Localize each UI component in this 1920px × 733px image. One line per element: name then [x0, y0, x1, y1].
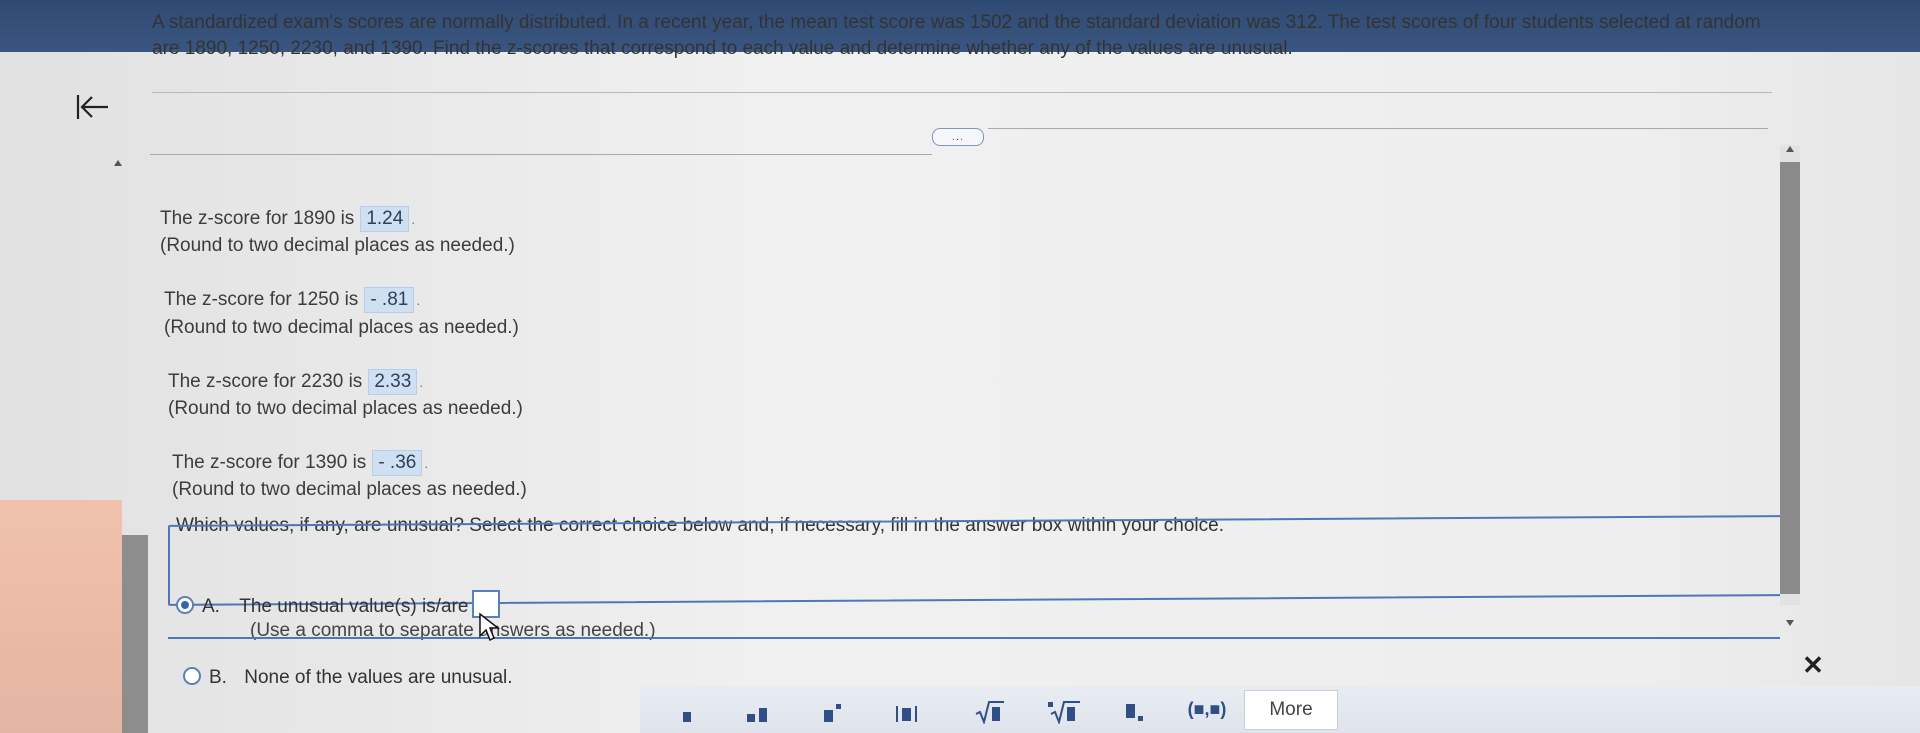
zscore-period-4: . [424, 455, 429, 471]
scroll-up-icon[interactable] [1786, 146, 1794, 152]
close-icon[interactable]: ✕ [1800, 650, 1826, 680]
zscore-hint-4: (Round to two decimal places as needed.) [172, 479, 527, 500]
expand-question-button[interactable]: ... [932, 128, 984, 146]
question-rule [152, 92, 1772, 93]
divider-right [988, 128, 1768, 129]
zscore-period-3: . [419, 374, 424, 390]
question-text: A standardized exam's scores are normall… [152, 12, 1761, 59]
fraction-icon[interactable] [672, 690, 702, 728]
zscore-answer-1[interactable]: 1.24 [360, 206, 410, 232]
choice-b-letter: B. [209, 667, 227, 688]
zscore-answer-2[interactable]: - .81 [364, 287, 415, 313]
screen: A standardized exam's scores are normall… [0, 0, 1920, 733]
zscore-label-2: The z-score for 1250 is [164, 289, 359, 310]
zscore-period-2: . [416, 292, 421, 308]
zscore-line-2: The z-score for 1250 is - .81. [164, 287, 420, 313]
zscore-label-1: The z-score for 1890 is [160, 208, 355, 229]
zscore-line-1: The z-score for 1890 is 1.24. [160, 206, 415, 232]
back-button[interactable] [70, 88, 114, 126]
choice-b[interactable]: B. None of the values are unusual. [183, 667, 513, 689]
exponent-icon[interactable] [820, 690, 850, 728]
scrollbar-thumb[interactable] [1780, 162, 1800, 594]
ordered-pair-icon[interactable]: (■,■) [1184, 690, 1230, 728]
zscore-answer-4[interactable]: - .36 [372, 450, 423, 476]
mixed-number-icon[interactable] [745, 690, 775, 728]
zscore-period-1: . [411, 211, 416, 227]
absolute-value-icon[interactable] [890, 690, 924, 728]
zscore-line-3: The z-score for 2230 is 2.33. [168, 369, 423, 395]
zscore-hint-1: (Round to two decimal places as needed.) [160, 235, 515, 256]
zscore-hint-2: (Round to two decimal places as needed.) [164, 317, 519, 338]
left-decor-band [122, 535, 148, 733]
zscore-label-4: The z-score for 1390 is [172, 452, 367, 473]
sqrt-icon[interactable] [972, 690, 1008, 728]
divider-left [150, 154, 932, 155]
zscore-line-4: The z-score for 1390 is - .36. [172, 450, 428, 476]
mouse-cursor-icon [479, 612, 500, 642]
more-button[interactable]: More [1244, 690, 1338, 730]
left-decor-stripe [0, 500, 122, 733]
scroll-up-arrow-icon[interactable] [114, 160, 122, 166]
choice-b-radio[interactable] [183, 667, 201, 685]
zscore-answer-3[interactable]: 2.33 [368, 369, 418, 395]
scroll-down-icon[interactable] [1786, 620, 1794, 626]
subscript-icon[interactable] [1122, 690, 1152, 728]
choice-a-box [168, 583, 1780, 639]
zscore-hint-3: (Round to two decimal places as needed.) [168, 398, 523, 419]
choice-b-text: None of the values are unusual. [244, 667, 513, 688]
back-arrow-icon [76, 95, 108, 119]
zscore-label-3: The z-score for 2230 is [168, 371, 363, 392]
nth-root-icon[interactable] [1044, 690, 1084, 728]
